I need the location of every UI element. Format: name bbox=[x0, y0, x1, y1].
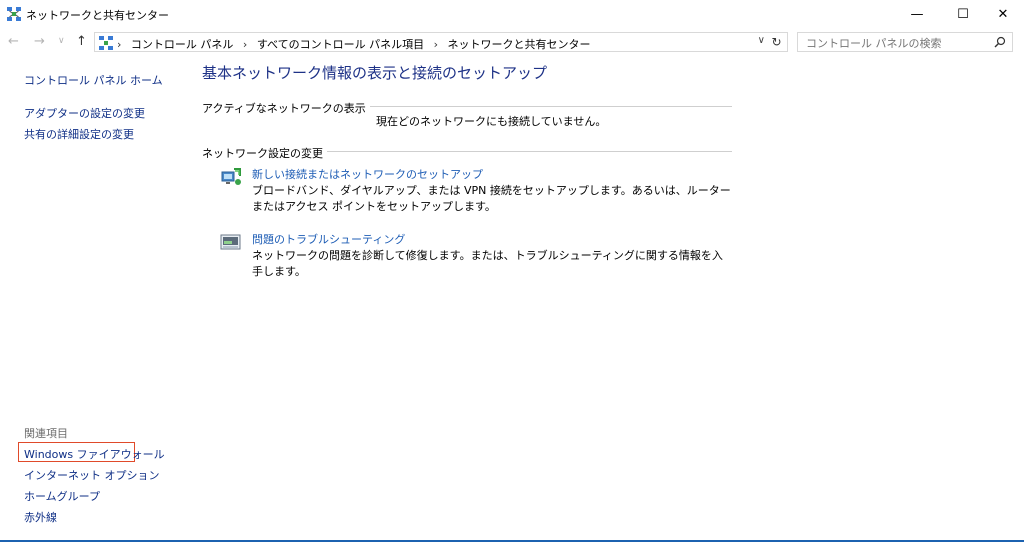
breadcrumb-item[interactable]: ネットワークと共有センター bbox=[448, 38, 591, 51]
title-bar: ネットワークと共有センター — ☐ ✕ bbox=[0, 0, 1024, 28]
breadcrumb-item[interactable]: コントロール パネル bbox=[131, 38, 234, 51]
forward-button[interactable]: → bbox=[34, 34, 45, 49]
active-networks-header: アクティブなネットワークの表示 bbox=[202, 100, 370, 116]
sidebar-item-windows-firewall[interactable]: Windows ファイアウォール bbox=[24, 446, 165, 462]
close-button[interactable]: ✕ bbox=[980, 0, 1024, 28]
breadcrumb-separator[interactable]: › bbox=[117, 38, 121, 51]
up-button[interactable]: ↑ bbox=[76, 34, 87, 49]
sidebar-item-internet-options[interactable]: インターネット オプション bbox=[24, 467, 160, 483]
maximize-icon: ☐ bbox=[957, 6, 969, 22]
sidebar-control-panel-home[interactable]: コントロール パネル ホーム bbox=[24, 72, 163, 88]
sidebar-item-infrared[interactable]: 赤外線 bbox=[24, 509, 57, 525]
recent-locations-button[interactable]: ∨ bbox=[58, 36, 65, 46]
breadcrumb: › コントロール パネル › すべてのコントロール パネル項目 › ネットワーク… bbox=[117, 36, 597, 52]
address-dropdown-button[interactable]: ∨ bbox=[758, 35, 765, 46]
troubleshoot-problems-description: ネットワークの問題を診断して修復します。または、トラブルシューティングに関する情… bbox=[252, 249, 723, 278]
related-items-header: 関連項目 bbox=[24, 427, 68, 440]
network-center-icon bbox=[99, 36, 113, 50]
minimize-button[interactable]: — bbox=[894, 0, 940, 28]
setup-new-connection-description: ブロードバンド、ダイヤルアップ、または VPN 接続をセットアップします。あるい… bbox=[252, 184, 731, 213]
sidebar-item-adapter-settings[interactable]: アダプターの設定の変更 bbox=[24, 105, 145, 121]
network-center-icon bbox=[7, 7, 21, 21]
search-input[interactable] bbox=[804, 34, 988, 52]
sidebar-item-advanced-sharing[interactable]: 共有の詳細設定の変更 bbox=[24, 126, 134, 142]
search-box[interactable] bbox=[797, 32, 1013, 52]
address-bar[interactable]: › コントロール パネル › すべてのコントロール パネル項目 › ネットワーク… bbox=[94, 32, 788, 52]
no-connection-status: 現在どのネットワークにも接続していません。 bbox=[376, 115, 607, 128]
sidebar-item-homegroup[interactable]: ホームグループ bbox=[24, 488, 100, 504]
troubleshoot-problems-link[interactable]: 問題のトラブルシューティング bbox=[252, 231, 405, 247]
search-icon[interactable] bbox=[994, 36, 1006, 48]
breadcrumb-item[interactable]: すべてのコントロール パネル項目 bbox=[257, 38, 424, 51]
refresh-button[interactable]: ↻ bbox=[766, 32, 788, 52]
close-icon: ✕ bbox=[997, 6, 1009, 22]
troubleshoot-icon bbox=[220, 234, 241, 250]
network-settings-header: ネットワーク設定の変更 bbox=[202, 145, 327, 161]
setup-new-connection-link[interactable]: 新しい接続またはネットワークのセットアップ bbox=[252, 166, 483, 182]
breadcrumb-separator[interactable]: › bbox=[434, 38, 438, 51]
window-title: ネットワークと共有センター bbox=[26, 9, 169, 22]
back-button[interactable]: ← bbox=[8, 34, 19, 49]
new-connection-icon bbox=[221, 168, 241, 185]
refresh-icon: ↻ bbox=[771, 35, 782, 49]
minimize-icon: — bbox=[910, 6, 924, 22]
breadcrumb-separator[interactable]: › bbox=[243, 38, 247, 51]
page-title: 基本ネットワーク情報の表示と接続のセットアップ bbox=[202, 64, 548, 82]
